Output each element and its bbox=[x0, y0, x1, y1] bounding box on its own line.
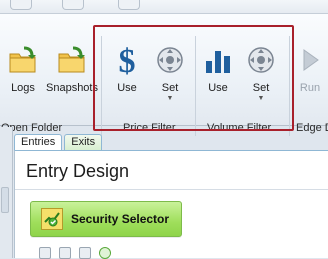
svg-text:$: $ bbox=[119, 43, 136, 77]
price-use-label: Use bbox=[117, 82, 137, 94]
toolbar-circle-icon[interactable] bbox=[99, 247, 111, 259]
toolbar-square-icon[interactable] bbox=[59, 247, 71, 259]
tab-entries[interactable]: Entries bbox=[14, 134, 63, 150]
price-set-label: Set bbox=[161, 82, 179, 94]
pane-splitter-handle[interactable] bbox=[1, 187, 9, 213]
chevron-down-icon: ▼ bbox=[166, 95, 174, 102]
logs-label: Logs bbox=[11, 82, 35, 94]
ribbon: Logs Snapshots Open Folder $ Use Set ▼ P… bbox=[0, 14, 328, 136]
group-separator bbox=[195, 36, 196, 136]
group-separator bbox=[101, 36, 102, 136]
folder-arrow-icon bbox=[6, 42, 40, 78]
play-icon bbox=[293, 42, 327, 78]
page-title: Entry Design bbox=[26, 161, 130, 181]
volume-use-label: Use bbox=[208, 82, 228, 94]
price-filter-set-button[interactable]: Set ▼ bbox=[153, 42, 187, 108]
settings-dial-icon bbox=[153, 42, 187, 78]
volume-set-label: Set bbox=[252, 82, 270, 94]
settings-dial-icon bbox=[244, 42, 278, 78]
group-label-volume-filter: Volume Filter bbox=[207, 122, 272, 134]
dollar-icon: $ bbox=[110, 42, 144, 78]
divider bbox=[15, 189, 328, 190]
chevron-down-icon: ▼ bbox=[257, 95, 265, 102]
bar-chart-icon bbox=[201, 42, 235, 78]
ribbon-top-strip bbox=[0, 0, 328, 14]
security-selector-label: Security Selector bbox=[71, 212, 170, 226]
snapshots-button[interactable]: Snapshots bbox=[46, 42, 98, 108]
folder-arrow-icon bbox=[55, 42, 89, 78]
snapshots-label: Snapshots bbox=[46, 82, 98, 94]
tab-strip: Entries Exits bbox=[14, 134, 103, 150]
quick-access-tab[interactable] bbox=[118, 0, 140, 10]
left-collapsed-pane[interactable] bbox=[0, 127, 13, 258]
security-selector-button[interactable]: Security Selector bbox=[30, 201, 182, 237]
quick-access-tab[interactable] bbox=[62, 0, 84, 10]
entry-design-panel: Entry Design Security Selector bbox=[14, 150, 328, 259]
mini-toolbar bbox=[39, 247, 111, 259]
run-button[interactable]: Run bbox=[296, 42, 324, 108]
volume-filter-set-button[interactable]: Set ▼ bbox=[244, 42, 278, 108]
group-label-edge: Edge D bbox=[296, 122, 328, 134]
toolbar-square-icon[interactable] bbox=[39, 247, 51, 259]
price-filter-use-button[interactable]: $ Use bbox=[111, 42, 143, 108]
run-label: Run bbox=[299, 82, 321, 94]
checkmark-chart-icon bbox=[41, 208, 63, 230]
toolbar-square-icon[interactable] bbox=[79, 247, 91, 259]
volume-filter-use-button[interactable]: Use bbox=[202, 42, 234, 108]
tab-exits[interactable]: Exits bbox=[64, 134, 103, 150]
group-label-price-filter: Price Filter bbox=[123, 122, 176, 134]
logs-button[interactable]: Logs bbox=[6, 42, 40, 108]
group-separator bbox=[289, 36, 290, 136]
quick-access-tab[interactable] bbox=[10, 0, 32, 10]
